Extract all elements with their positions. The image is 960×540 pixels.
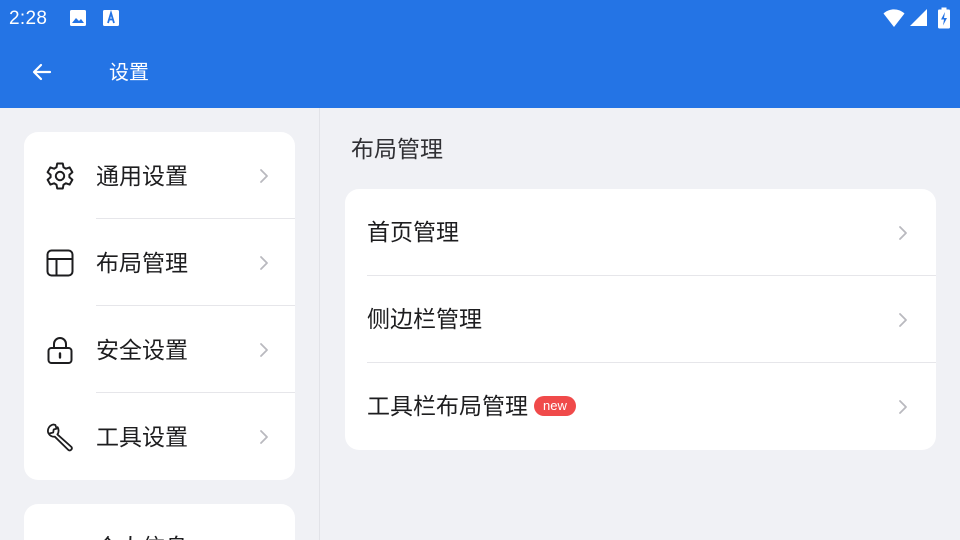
nav-item-label-partial[interactable]: 个人信息	[96, 528, 188, 540]
gear-icon	[46, 162, 74, 190]
app-bar: 设置	[0, 36, 960, 108]
cellular-signal-icon	[910, 9, 927, 26]
nav-item-label: 安全设置	[96, 338, 188, 364]
row-toolbar-layout-management[interactable]: 工具栏布局管理 new	[345, 363, 936, 450]
nav-item-label: 布局管理	[96, 251, 188, 277]
image-icon	[70, 10, 86, 26]
settings-nav-card: 通用设置 布局管理 安全设置 工具设置	[24, 132, 295, 480]
chevron-right-icon	[260, 169, 268, 183]
page-title: 设置	[109, 60, 149, 84]
nav-item-security-settings[interactable]: 安全设置	[24, 306, 295, 393]
row-label: 侧边栏管理	[367, 307, 482, 333]
row-label: 首页管理	[367, 220, 459, 246]
chevron-right-icon	[260, 256, 268, 270]
nav-item-label: 工具设置	[96, 425, 188, 451]
battery-charging-icon	[938, 7, 950, 29]
back-button[interactable]	[22, 52, 62, 92]
wrench-icon	[47, 423, 73, 452]
chevron-right-icon	[260, 430, 268, 444]
row-home-management[interactable]: 首页管理	[345, 189, 936, 276]
nav-item-label: 通用设置	[96, 164, 188, 190]
layout-options-card: 首页管理 侧边栏管理 工具栏布局管理 new	[345, 189, 936, 450]
status-bar: 2:28	[0, 0, 960, 36]
arrow-left-icon	[32, 63, 52, 81]
layout-management-pane: 布局管理 首页管理 侧边栏管理 工具栏布局管理 new	[321, 108, 960, 540]
nav-item-general-settings[interactable]: 通用设置	[24, 132, 295, 219]
settings-nav-pane: 通用设置 布局管理 安全设置 工具设置	[0, 108, 320, 540]
row-sidebar-management[interactable]: 侧边栏管理	[345, 276, 936, 363]
chevron-right-icon	[899, 226, 907, 240]
wifi-icon	[883, 9, 905, 27]
nav-item-tool-settings[interactable]: 工具设置	[24, 393, 295, 480]
lock-icon	[47, 337, 73, 364]
nav-item-layout-management[interactable]: 布局管理	[24, 219, 295, 306]
layout-icon	[46, 249, 74, 277]
status-time: 2:28	[9, 8, 48, 29]
row-label-wrap: 工具栏布局管理 new	[367, 391, 576, 423]
chevron-right-icon	[899, 400, 907, 414]
chevron-right-icon	[899, 313, 907, 327]
settings-nav-card-secondary: 个人信息	[24, 504, 295, 540]
section-title: 布局管理	[351, 137, 443, 163]
font-download-icon	[103, 9, 119, 26]
chevron-right-icon	[260, 343, 268, 357]
new-badge: new	[534, 396, 576, 416]
row-label: 工具栏布局管理	[367, 394, 528, 420]
